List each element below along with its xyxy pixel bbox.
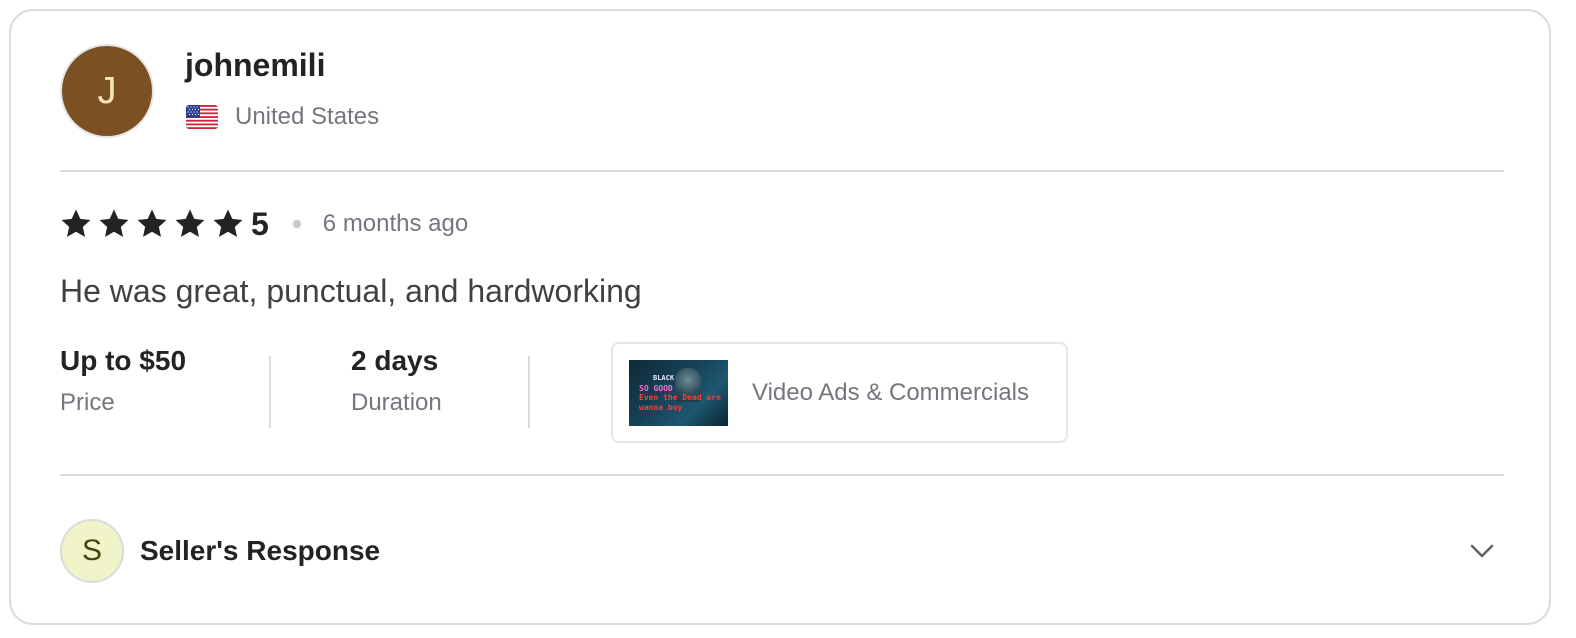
duration-value: 2 days xyxy=(351,345,439,376)
price-value: Up to $50 xyxy=(60,345,187,376)
thumbnail-text: Even the Dead are xyxy=(639,392,721,402)
gig-thumbnail: BLACK SO GOOD Even the Dead are wanna bu… xyxy=(629,359,728,426)
separator-dot xyxy=(292,220,301,228)
us-flag-icon xyxy=(186,105,218,129)
star-rating xyxy=(59,207,245,241)
review-text: He was great, punctual, and hardworking xyxy=(60,273,642,309)
star-icon xyxy=(99,209,129,237)
thumbnail-text: BLACK xyxy=(653,373,675,382)
seller-response-label: Seller's Response xyxy=(140,535,381,566)
thumbnail-text: wanna buy xyxy=(639,402,683,412)
gig-title: Video Ads & Commercials xyxy=(752,378,1030,406)
country-name: United States xyxy=(235,103,380,130)
seller-avatar: S xyxy=(60,519,124,583)
star-icon xyxy=(61,209,91,237)
review-card: J johnemili United States 5 6 months ago… xyxy=(9,9,1551,625)
seller-avatar-initial: S xyxy=(81,534,102,567)
star-icon xyxy=(175,209,205,237)
stat-divider xyxy=(269,356,271,428)
review-time-ago: 6 months ago xyxy=(322,210,469,237)
reviewer-country: United States xyxy=(186,103,379,131)
rating-value: 5 xyxy=(251,205,269,242)
seller-response-toggle[interactable]: S Seller's Response xyxy=(60,519,1504,583)
thumbnail-text: SO GOOD xyxy=(639,383,673,393)
duration-label: Duration xyxy=(351,389,442,416)
reviewer-username[interactable]: johnemili xyxy=(185,47,325,84)
gig-link[interactable]: BLACK SO GOOD Even the Dead are wanna bu… xyxy=(611,342,1068,443)
stat-divider xyxy=(528,356,530,428)
response-divider xyxy=(60,474,1504,476)
price-stat: Up to $50 Price xyxy=(60,345,186,417)
star-icon xyxy=(213,209,243,237)
reviewer-avatar-initial: J xyxy=(97,69,117,112)
header-divider xyxy=(60,170,1504,172)
chevron-down-icon[interactable] xyxy=(1468,537,1496,565)
star-icon xyxy=(137,209,167,237)
reviewer-avatar[interactable]: J xyxy=(60,44,154,138)
rating-row: 5 6 months ago xyxy=(59,204,468,244)
duration-stat: 2 days Duration xyxy=(351,345,442,417)
price-label: Price xyxy=(60,389,115,416)
